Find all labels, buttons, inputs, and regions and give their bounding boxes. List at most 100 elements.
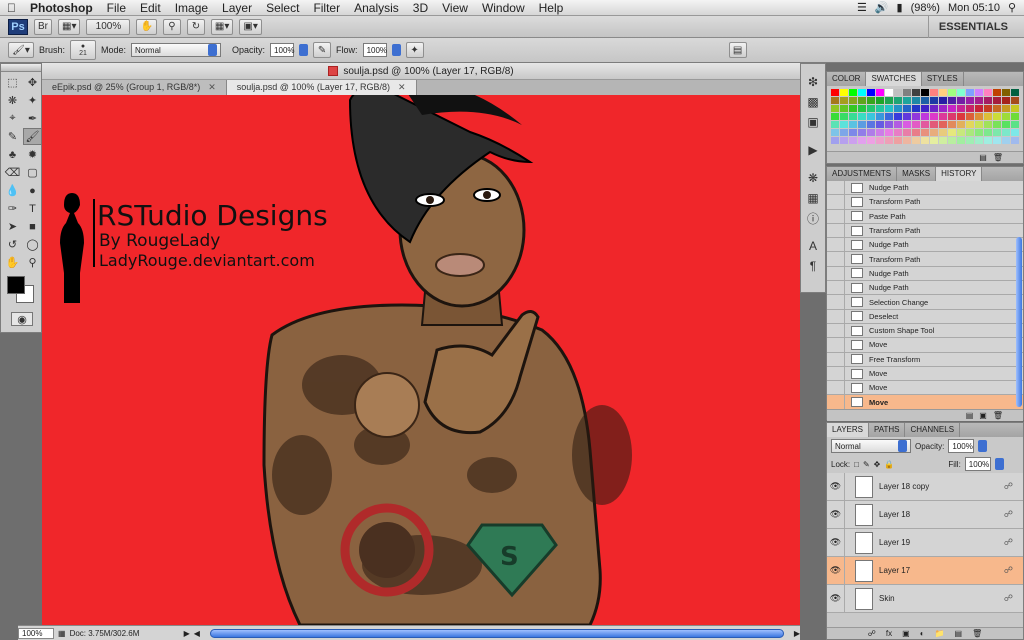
- tool-presets-icon[interactable]: ▣: [801, 112, 825, 132]
- color-swatch[interactable]: [975, 121, 983, 128]
- color-swatch[interactable]: [993, 89, 1001, 96]
- spotlight-icon[interactable]: ⚲: [1008, 1, 1016, 14]
- color-swatch[interactable]: [993, 105, 1001, 112]
- new-group-icon[interactable]: 📁: [935, 629, 945, 638]
- color-swatch[interactable]: [894, 89, 902, 96]
- color-swatch[interactable]: [966, 113, 974, 120]
- color-swatch[interactable]: [966, 137, 974, 144]
- color-swatch[interactable]: [921, 113, 929, 120]
- color-swatch[interactable]: [1002, 105, 1010, 112]
- color-swatch[interactable]: [867, 137, 875, 144]
- color-swatch[interactable]: [930, 97, 938, 104]
- clone-stamp-tool-icon[interactable]: ♣: [3, 146, 22, 163]
- snapshot-icon[interactable]: ▣: [979, 411, 987, 420]
- color-swatch[interactable]: [984, 105, 992, 112]
- color-swatch[interactable]: [1011, 129, 1019, 136]
- history-state[interactable]: Nudge Path: [827, 181, 1023, 196]
- color-swatch[interactable]: [867, 113, 875, 120]
- color-swatch[interactable]: [840, 89, 848, 96]
- color-swatch[interactable]: [912, 89, 920, 96]
- menu-help[interactable]: Help: [532, 0, 571, 16]
- color-swatch[interactable]: [921, 89, 929, 96]
- color-swatch[interactable]: [993, 121, 1001, 128]
- eyedropper-tool-icon[interactable]: ✒: [23, 110, 42, 127]
- arrange-documents-button[interactable]: ▦▾: [210, 18, 234, 35]
- tab-paths[interactable]: PATHS: [869, 423, 906, 437]
- pen-tool-icon[interactable]: ✑: [3, 200, 22, 217]
- horizontal-scrollbar[interactable]: [209, 628, 784, 638]
- tools-panel-header[interactable]: [1, 64, 41, 72]
- foreground-color-swatch[interactable]: [7, 276, 25, 294]
- color-swatch[interactable]: [984, 89, 992, 96]
- brush-size-picker[interactable]: ● 21: [70, 40, 97, 60]
- color-swatch[interactable]: [876, 105, 884, 112]
- color-swatch[interactable]: [921, 121, 929, 128]
- adjustment-layer-icon[interactable]: ◐: [920, 629, 925, 638]
- color-swatch[interactable]: [876, 121, 884, 128]
- quick-select-tool-icon[interactable]: ✦: [23, 92, 42, 109]
- color-swatch[interactable]: [975, 137, 983, 144]
- lasso-tool-icon[interactable]: ❋: [3, 92, 22, 109]
- lock-transparency-icon[interactable]: □: [854, 460, 859, 469]
- color-swatch[interactable]: [1011, 89, 1019, 96]
- color-swatch[interactable]: [975, 97, 983, 104]
- color-swatch[interactable]: [912, 129, 920, 136]
- color-swatch[interactable]: [1011, 121, 1019, 128]
- color-swatch[interactable]: [939, 137, 947, 144]
- tab-eepik[interactable]: eEpik.psd @ 25% (Group 1, RGB/8*) ✕: [42, 80, 227, 95]
- color-swatch[interactable]: [840, 113, 848, 120]
- history-state[interactable]: Custom Shape Tool: [827, 323, 1023, 339]
- color-swatch[interactable]: [849, 97, 857, 104]
- new-swatch-icon[interactable]: ▤: [979, 153, 987, 162]
- color-swatch[interactable]: [939, 129, 947, 136]
- menu-filter[interactable]: Filter: [306, 0, 347, 16]
- fill-field[interactable]: 100%: [964, 457, 991, 471]
- color-swatch[interactable]: [885, 121, 893, 128]
- color-swatch[interactable]: [921, 137, 929, 144]
- apple-icon[interactable]: : [0, 0, 23, 16]
- color-swatch[interactable]: [966, 105, 974, 112]
- color-swatch[interactable]: [858, 113, 866, 120]
- history-brush-source[interactable]: [827, 266, 845, 281]
- color-swatch[interactable]: [903, 113, 911, 120]
- visibility-eye-icon[interactable]: 👁: [827, 529, 845, 556]
- menu-image[interactable]: Image: [168, 0, 215, 16]
- color-swatch[interactable]: [831, 97, 839, 104]
- color-swatch[interactable]: [957, 89, 965, 96]
- color-swatch[interactable]: [858, 97, 866, 104]
- opacity-field[interactable]: 100%: [270, 43, 295, 57]
- history-state[interactable]: Deselect: [827, 309, 1023, 324]
- history-brush-source[interactable]: [827, 366, 845, 381]
- status-menu-icon[interactable]: ▶: [184, 629, 190, 638]
- color-swatch[interactable]: [840, 129, 848, 136]
- color-swatch[interactable]: [975, 113, 983, 120]
- visibility-eye-icon[interactable]: 👁: [827, 557, 845, 584]
- history-brush-source[interactable]: [827, 381, 845, 395]
- color-swatch[interactable]: [1002, 113, 1010, 120]
- tab-layers[interactable]: LAYERS: [827, 423, 869, 437]
- hand-tool-icon[interactable]: ✋: [136, 18, 157, 35]
- color-swatch[interactable]: [912, 105, 920, 112]
- history-state[interactable]: Move: [827, 366, 1023, 382]
- menu-3d[interactable]: 3D: [406, 0, 435, 16]
- color-swatch[interactable]: [867, 121, 875, 128]
- color-swatch[interactable]: [975, 105, 983, 112]
- history-state[interactable]: Move: [827, 395, 1023, 409]
- color-swatch[interactable]: [939, 113, 947, 120]
- history-brush-source[interactable]: [827, 209, 845, 223]
- color-swatch[interactable]: [957, 129, 965, 136]
- wifi-icon[interactable]: ☰: [857, 1, 867, 14]
- color-swatch[interactable]: [903, 105, 911, 112]
- clone-source-icon[interactable]: ▩: [801, 92, 825, 112]
- marquee-tool-icon[interactable]: ⬚: [3, 74, 22, 91]
- menu-file[interactable]: File: [100, 0, 133, 16]
- history-state[interactable]: Move: [827, 381, 1023, 396]
- color-swatch[interactable]: [831, 121, 839, 128]
- lock-position-icon[interactable]: ✥: [874, 460, 881, 469]
- history-state[interactable]: Transform Path: [827, 223, 1023, 239]
- lock-pixels-icon[interactable]: ✎: [863, 460, 870, 469]
- tab-masks[interactable]: MASKS: [897, 167, 937, 181]
- color-swatch[interactable]: [858, 105, 866, 112]
- tab-swatches[interactable]: SWATCHES: [866, 72, 922, 86]
- new-document-from-state-icon[interactable]: ▤: [966, 411, 974, 420]
